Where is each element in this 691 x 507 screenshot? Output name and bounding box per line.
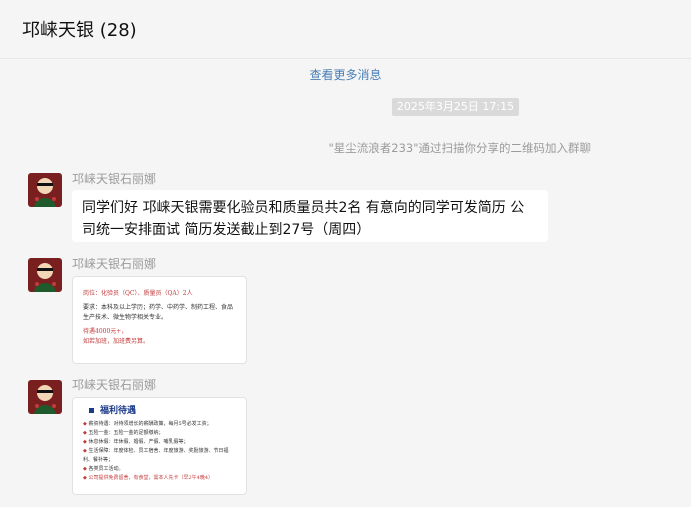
square-bullet-icon [89,408,94,413]
image-text-line: 岗位：化验员（QC）、质量员（QA）2人 [83,290,193,297]
diamond-bullet-icon: ◆ [83,448,87,454]
sender-name: 邛崃天银石丽娜 [72,257,157,271]
view-more-messages-link[interactable]: 查看更多消息 [0,66,691,83]
diamond-bullet-icon: ◆ [83,475,87,481]
image-heading: 福利待遇 [89,404,236,418]
image-list-item: ◆ 生活保障：年度体检、员工宿舍、年度旅游、奖励旅游、节日福利、餐补等； [83,447,236,465]
diamond-bullet-icon: ◆ [83,439,87,445]
sender-name: 邛崃天银石丽娜 [72,378,157,392]
timestamp-badge: 2025年3月25日 17:15 [392,98,519,116]
image-list-item-text: 各类员工活动。 [88,466,124,472]
avatar[interactable] [28,258,62,292]
image-list-item-text: 五险一金：五险一金的足额缴纳； [88,430,164,436]
avatar[interactable] [28,380,62,414]
image-list-item: ◆ 五险一金：五险一金的足额缴纳； [83,429,236,438]
image-list-item-text: 生活保障：年度体检、员工宿舍、年度旅游、奖励旅游、节日福利、餐补等； [83,448,229,463]
sender-name: 邛崃天银石丽娜 [72,172,157,186]
image-list-item: ◆ 薪资待遇：对待须增长的薪酬政策，每月5号必发工资； [83,420,236,429]
diamond-bullet-icon: ◆ [83,466,87,472]
avatar[interactable] [28,173,62,207]
diamond-bullet-icon: ◆ [83,421,87,427]
diamond-bullet-icon: ◆ [83,430,87,436]
image-list-item: ◆ 休息休假：年休假、婚假、产假、哺乳假等； [83,438,236,447]
system-notice: "星尘流浪者233"通过扫描你分享的二维码加入群聊 [328,141,591,155]
image-list-item-text: 公司提供免费留舍，有食堂，需本人先卡（早2午4晚4） [88,475,213,481]
image-list-item: ◆ 公司提供免费留舍，有食堂，需本人先卡（早2午4晚4） [83,474,236,483]
image-message-benefits[interactable]: 福利待遇 ◆ 薪资待遇：对待须增长的薪酬政策，每月5号必发工资； ◆ 五险一金：… [72,397,247,495]
chat-header: 邛崃天银 (28) [0,0,691,59]
avatar-icon [28,173,62,207]
image-text-line: 要求：本科及以上学历；药学、中药学、制药工程、食品生产技术、微生物学相关专业。 [83,304,234,321]
message-bubble[interactable]: 同学们好 邛崃天银需要化验员和质量员共2名 有意向的同学可发简历 公司统一安排面… [72,190,548,242]
avatar-icon [28,258,62,292]
chat-title: 邛崃天银 (28) [22,20,137,41]
image-text-line: 如若加班，加班费另算。 [83,338,150,345]
image-heading-text: 福利待遇 [100,406,137,416]
image-list-item: ◆ 各类员工活动。 [83,465,236,474]
image-list-item-text: 休息休假：年休假、婚假、产假、哺乳假等； [88,439,189,445]
image-list-item-text: 薪资待遇：对待须增长的薪酬政策，每月5号必发工资； [88,421,212,427]
image-message-job-post[interactable]: 岗位：化验员（QC）、质量员（QA）2人 要求：本科及以上学历；药学、中药学、制… [72,276,247,364]
avatar-icon [28,380,62,414]
image-text-line: 待遇4000元+， [83,328,128,335]
